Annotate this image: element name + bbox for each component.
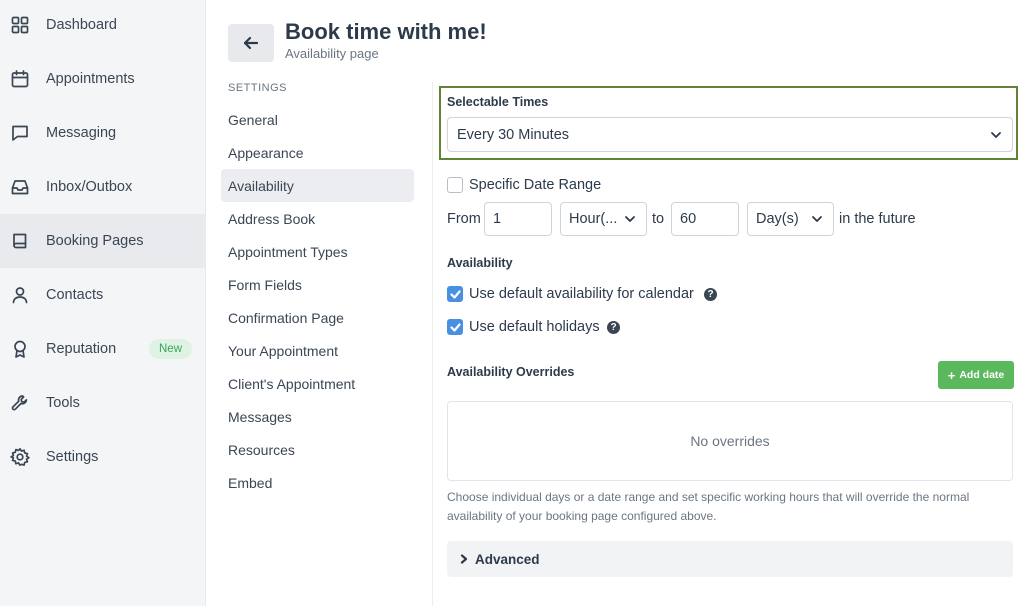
from-unit-select[interactable]: Hour(... (560, 202, 647, 236)
settings-heading: SETTINGS (228, 82, 288, 94)
to-label: to (652, 211, 665, 227)
sidebar-item-label: Booking Pages (46, 233, 144, 249)
chat-icon (10, 123, 30, 143)
sidebar-item-dashboard[interactable]: Dashboard (0, 0, 206, 52)
book-icon (10, 231, 30, 251)
no-overrides-text: No overrides (690, 433, 770, 449)
selectable-times-select[interactable]: Every 30 Minutes (447, 117, 1013, 152)
chevron-down-icon (624, 213, 636, 225)
advanced-section-toggle[interactable]: Advanced (447, 541, 1013, 577)
sidebar-item-label: Settings (46, 449, 99, 465)
award-icon (10, 339, 30, 359)
from-unit-value: Hour(... (569, 211, 618, 227)
sidebar-item-label: Dashboard (46, 17, 117, 33)
settings-item-appearance[interactable]: Appearance (221, 136, 414, 169)
sidebar-item-label: Contacts (46, 287, 104, 303)
gear-icon (10, 447, 30, 467)
page-title: Book time with me! (285, 19, 487, 44)
settings-item-messages[interactable]: Messages (221, 400, 414, 433)
back-button[interactable] (228, 24, 274, 62)
app-sidebar: Dashboard Appointments Messaging Inbox/O… (0, 0, 206, 606)
sidebar-item-inbox-outbox[interactable]: Inbox/Outbox (0, 160, 206, 214)
settings-item-general[interactable]: General (221, 103, 414, 136)
settings-item-embed[interactable]: Embed (221, 466, 414, 499)
from-value-input[interactable]: 1 (484, 202, 552, 236)
check-icon (449, 289, 461, 299)
add-date-button[interactable]: + Add date (938, 361, 1014, 389)
divider (432, 82, 433, 606)
dashboard-icon (10, 15, 30, 35)
wrench-icon (10, 393, 30, 413)
availability-label: Availability (447, 256, 513, 270)
settings-item-appointment-types[interactable]: Appointment Types (221, 235, 414, 268)
default-holidays-label: Use default holidays (469, 319, 600, 335)
arrow-left-icon (243, 36, 259, 50)
sidebar-item-reputation[interactable]: Reputation New (0, 322, 206, 376)
sidebar-item-label: Reputation (46, 341, 117, 357)
help-icon[interactable]: ? (704, 288, 717, 301)
default-availability-checkbox[interactable] (447, 286, 463, 302)
sidebar-item-tools[interactable]: Tools (0, 376, 206, 430)
sidebar-item-label: Tools (46, 395, 80, 411)
settings-item-address-book[interactable]: Address Book (221, 202, 414, 235)
check-icon (449, 322, 461, 332)
default-availability-label: Use default availability for calendar (469, 286, 694, 302)
overrides-help-text: Choose individual days or a date range a… (447, 490, 970, 523)
selectable-times-label: Selectable Times (447, 95, 549, 109)
default-holidays-checkbox[interactable] (447, 319, 463, 335)
sidebar-item-appointments[interactable]: Appointments (0, 52, 206, 106)
add-date-label: Add date (959, 369, 1005, 381)
sidebar-item-settings[interactable]: Settings (0, 430, 206, 484)
user-icon (10, 285, 30, 305)
chevron-down-icon (811, 213, 823, 225)
in-the-future-label: in the future (839, 211, 916, 227)
sidebar-item-label: Appointments (46, 71, 135, 87)
help-icon[interactable]: ? (607, 321, 620, 334)
settings-item-your-appointment[interactable]: Your Appointment (221, 334, 414, 367)
plus-icon: + (947, 367, 956, 383)
sidebar-item-messaging[interactable]: Messaging (0, 106, 206, 160)
chevron-right-icon (460, 554, 468, 564)
selectable-times-value: Every 30 Minutes (457, 126, 570, 143)
sidebar-item-contacts[interactable]: Contacts (0, 268, 206, 322)
settings-item-form-fields[interactable]: Form Fields (221, 268, 414, 301)
overrides-list: No overrides (447, 401, 1013, 481)
new-badge: New (149, 339, 193, 359)
inbox-icon (10, 177, 30, 197)
settings-item-confirmation-page[interactable]: Confirmation Page (221, 301, 414, 334)
to-unit-select[interactable]: Day(s) (747, 202, 834, 236)
settings-item-availability[interactable]: Availability (221, 169, 414, 202)
sidebar-item-label: Inbox/Outbox (46, 179, 133, 195)
availability-overrides-label: Availability Overrides (447, 365, 575, 379)
page-subtitle: Availability page (285, 46, 379, 61)
specific-date-range-checkbox[interactable] (447, 177, 463, 193)
calendar-icon (10, 69, 30, 89)
from-label: From (447, 211, 481, 227)
specific-date-range-label: Specific Date Range (469, 177, 602, 193)
settings-item-clients-appointment[interactable]: Client's Appointment (221, 367, 414, 400)
settings-item-resources[interactable]: Resources (221, 433, 414, 466)
to-unit-value: Day(s) (756, 211, 799, 227)
sidebar-item-label: Messaging (46, 125, 117, 141)
advanced-label: Advanced (475, 551, 540, 567)
sidebar-item-booking-pages[interactable]: Booking Pages (0, 214, 206, 268)
to-value-input[interactable]: 60 (671, 202, 739, 236)
chevron-down-icon (990, 129, 1002, 141)
